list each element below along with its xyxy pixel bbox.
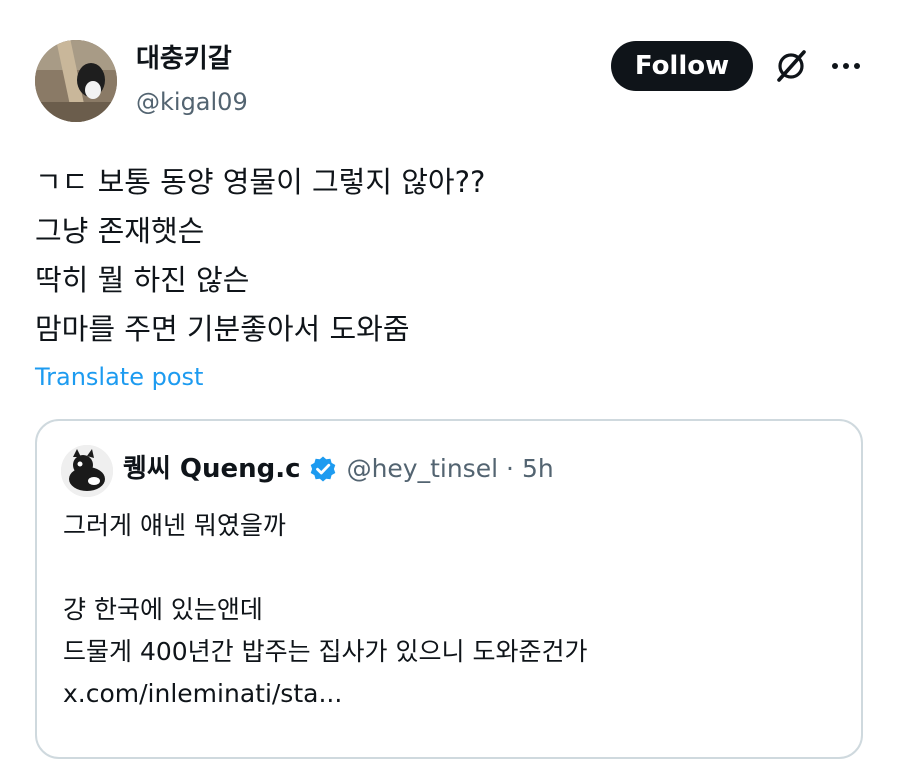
author-display-name[interactable]: 대충키갈 — [136, 42, 232, 76]
grok-slash-icon[interactable] — [773, 48, 809, 84]
quote-avatar-image — [61, 445, 113, 497]
quote-line — [63, 547, 843, 589]
post-line: 그냥 존재햇슨 — [35, 214, 205, 248]
post-line: ㄱㄷ 보통 동양 영물이 그렇지 않아?? — [35, 165, 486, 199]
separator-dot: · — [506, 454, 514, 483]
quote-author-handle[interactable]: @hey_tinsel — [347, 451, 498, 487]
post-text: ㄱㄷ 보통 동양 영물이 그렇지 않아?? 그냥 존재햇슨 딱히 뭘 하진 않슨… — [35, 158, 875, 354]
follow-button[interactable]: Follow — [611, 41, 753, 91]
more-dots-icon[interactable] — [829, 52, 863, 80]
quote-link[interactable]: x.com/inleminati/sta... — [63, 673, 843, 715]
quote-line: 드물게 400년간 밥주는 집사가 있으니 도와준건가 — [63, 637, 588, 666]
author-handle[interactable]: @kigal09 — [136, 86, 248, 118]
avatar-image — [35, 40, 117, 122]
verified-badge-icon — [310, 456, 335, 482]
quote-author-avatar[interactable] — [61, 445, 113, 497]
quote-line: 걍 한국에 있는앤데 — [63, 595, 263, 624]
translate-post-link[interactable]: Translate post — [35, 361, 203, 393]
post-line: 맘마를 주면 기분좋아서 도와줌 — [35, 312, 410, 346]
quote-line: 그러게 얘넨 뭐였을까 — [63, 511, 286, 540]
quote-author-name[interactable]: 퀭씨 Queng.c — [123, 451, 301, 487]
author-avatar[interactable] — [35, 40, 117, 122]
quote-timestamp[interactable]: 5h — [522, 451, 554, 487]
quoted-post-card[interactable]: 퀭씨 Queng.c @hey_tinsel · 5h 그러게 얘넨 뭐였을까 … — [35, 419, 863, 759]
post-line: 딱히 뭘 하진 않슨 — [35, 263, 250, 297]
quote-text: 그러게 얘넨 뭐였을까 걍 한국에 있는앤데 드물게 400년간 밥주는 집사가… — [63, 505, 843, 715]
quote-header: 퀭씨 Queng.c @hey_tinsel · 5h — [123, 451, 554, 487]
